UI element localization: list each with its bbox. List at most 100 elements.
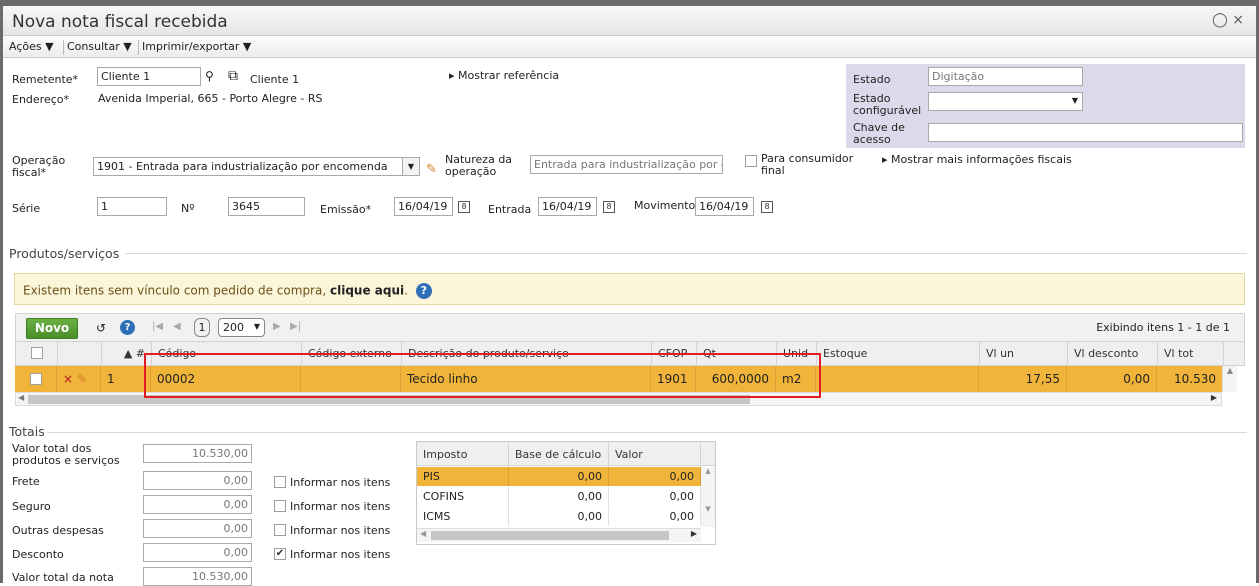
movimento-input[interactable]: 16/04/19 xyxy=(695,197,754,216)
seguro-informar-checkbox[interactable] xyxy=(274,500,286,512)
outras-despesas-input[interactable]: 0,00 xyxy=(143,519,252,538)
window-title: Nova nota fiscal recebida xyxy=(12,12,228,32)
scroll-left-icon[interactable]: ◀ xyxy=(18,393,24,402)
calendar-icon[interactable]: 8 xyxy=(458,201,470,213)
desconto-input[interactable]: 0,00 xyxy=(143,543,252,562)
tax-horizontal-scrollbar[interactable]: ◀ ▶ xyxy=(417,528,701,542)
entrada-label: Entrada xyxy=(488,203,532,216)
novo-button[interactable]: Novo xyxy=(26,318,78,339)
comment-icon[interactable]: ◯ xyxy=(1212,12,1228,28)
chave-acesso-input[interactable] xyxy=(928,123,1243,142)
chevron-down-icon[interactable]: ▼ xyxy=(402,158,419,175)
page-number[interactable]: 1 xyxy=(194,318,210,337)
external-link-icon[interactable]: ⧉ xyxy=(228,68,238,84)
chevron-down-icon: ▼ xyxy=(1071,96,1078,105)
warning-message: Existem itens sem vínculo com pedido de … xyxy=(23,283,330,298)
remetente-input[interactable]: Cliente 1 xyxy=(97,67,201,86)
scrollbar-thumb[interactable] xyxy=(431,531,669,540)
entrada-input[interactable]: 16/04/19 xyxy=(538,197,597,216)
menu-imprimir-exportar[interactable]: Imprimir/exportar ▼ xyxy=(142,40,251,53)
scroll-up-icon[interactable]: ▲ xyxy=(1227,366,1233,375)
scroll-left-icon[interactable]: ◀ xyxy=(420,529,426,538)
movimento-label: Movimento xyxy=(634,199,696,212)
produtos-section-title: Produtos/serviços xyxy=(9,246,120,261)
title-bar: Nova nota fiscal recebida ◯ × xyxy=(3,6,1256,36)
refresh-icon[interactable]: ↺ xyxy=(96,321,106,335)
consumidor-final-label: Para consumidor final xyxy=(761,152,854,177)
scroll-right-icon[interactable]: ▶ xyxy=(691,529,697,538)
menu-separator xyxy=(63,40,64,55)
serie-input[interactable]: 1 xyxy=(97,197,167,216)
operacao-fiscal-select[interactable]: 1901 - Entrada para industrialização por… xyxy=(93,157,420,176)
desconto-informar-label: Informar nos itens xyxy=(290,548,391,561)
col-base-calculo[interactable]: Base de cálculo xyxy=(509,442,609,466)
emissao-input[interactable]: 16/04/19 xyxy=(394,197,453,216)
menu-separator xyxy=(138,40,139,55)
outras-informar-checkbox[interactable] xyxy=(274,524,286,536)
last-page-icon[interactable]: ▶| xyxy=(290,321,301,332)
select-all-checkbox[interactable] xyxy=(31,347,43,359)
valor-produtos-label: Valor total dos produtos e serviços xyxy=(12,442,120,467)
row-select-cell xyxy=(15,366,57,392)
warning-period: . xyxy=(404,283,408,298)
estado-label: Estado xyxy=(853,73,891,86)
estado-configuravel-select[interactable]: ▼ xyxy=(928,92,1083,111)
cell-vl-un: 17,55 xyxy=(979,366,1067,392)
prev-page-icon[interactable]: ◀ xyxy=(173,321,181,332)
numero-input[interactable]: 3645 xyxy=(228,197,305,216)
frete-input[interactable]: 0,00 xyxy=(143,471,252,490)
table-row[interactable]: PIS 0,00 0,00 xyxy=(417,467,701,486)
scroll-up-icon[interactable]: ▲ xyxy=(701,467,715,475)
remetente-link[interactable]: Cliente 1 xyxy=(250,74,299,86)
help-icon[interactable]: ? xyxy=(415,283,432,299)
chave-acesso-label: Chave de acesso xyxy=(853,121,905,146)
tax-vertical-scrollbar[interactable]: ▲ ▼ xyxy=(701,467,715,527)
calendar-icon[interactable]: 8 xyxy=(603,201,615,213)
valor-produtos-input[interactable]: 10.530,00 xyxy=(143,444,252,463)
search-icon[interactable]: ⚲ xyxy=(205,69,214,83)
close-icon[interactable]: × xyxy=(1232,12,1244,28)
col-imposto[interactable]: Imposto xyxy=(417,442,509,466)
pencil-icon[interactable]: ✎ xyxy=(426,162,437,177)
menu-consultar[interactable]: Consultar ▼ xyxy=(67,40,132,53)
col-vl-tot[interactable]: Vl tot xyxy=(1158,342,1224,365)
section-divider xyxy=(47,432,1247,433)
menu-acoes[interactable]: Ações ▼ xyxy=(9,40,54,53)
natureza-operacao-input[interactable]: Entrada para industrialização por er xyxy=(530,155,723,174)
table-row[interactable]: COFINS 0,00 0,00 xyxy=(417,487,701,506)
menu-bar: Ações ▼ Consultar ▼ Imprimir/exportar ▼ xyxy=(3,37,1256,58)
first-page-icon[interactable]: |◀ xyxy=(152,321,163,332)
serie-label: Série xyxy=(12,202,41,215)
scroll-right-icon[interactable]: ▶ xyxy=(1211,393,1217,402)
next-page-icon[interactable]: ▶ xyxy=(273,321,281,332)
table-row[interactable]: ICMS 0,00 0,00 xyxy=(417,507,701,526)
help-icon[interactable]: ? xyxy=(120,320,135,335)
col-vl-desconto[interactable]: Vl desconto xyxy=(1068,342,1158,365)
scroll-down-icon[interactable]: ▼ xyxy=(701,505,715,513)
cell-estoque xyxy=(816,366,979,392)
estado-input[interactable]: Digitação xyxy=(928,67,1083,86)
seguro-input[interactable]: 0,00 xyxy=(143,495,252,514)
calendar-icon[interactable]: 8 xyxy=(761,201,773,213)
page-size-select[interactable]: 200 ▼ xyxy=(218,318,265,337)
frete-informar-checkbox[interactable] xyxy=(274,476,286,488)
row-checkbox[interactable] xyxy=(30,373,42,385)
pencil-icon[interactable]: ✎ xyxy=(77,372,87,386)
mostrar-referencia-link[interactable]: ▸ Mostrar referência xyxy=(449,70,559,82)
frete-informar-label: Informar nos itens xyxy=(290,476,391,489)
valor-nota-input[interactable]: 10.530,00 xyxy=(143,567,252,586)
grid-vertical-scrollbar[interactable]: ▲ xyxy=(1222,366,1237,392)
window-controls[interactable]: ◯ × xyxy=(1212,12,1244,28)
desconto-informar-checkbox[interactable]: ✔ xyxy=(274,548,286,560)
clique-aqui-link[interactable]: clique aqui xyxy=(330,284,404,298)
col-vl-un[interactable]: Vl un xyxy=(980,342,1068,365)
remetente-label: Remetente* xyxy=(12,73,79,86)
delete-icon[interactable]: × xyxy=(63,372,73,386)
totais-section-title: Totais xyxy=(9,424,45,439)
cell-vl-tot: 10.530 xyxy=(1157,366,1223,392)
mostrar-mais-info-link[interactable]: ▸ Mostrar mais informações fiscais xyxy=(882,154,1072,166)
outras-despesas-label: Outras despesas xyxy=(12,524,104,537)
consumidor-final-checkbox[interactable] xyxy=(745,155,757,167)
col-valor[interactable]: Valor xyxy=(609,442,701,466)
col-estoque[interactable]: Estoque xyxy=(817,342,980,365)
